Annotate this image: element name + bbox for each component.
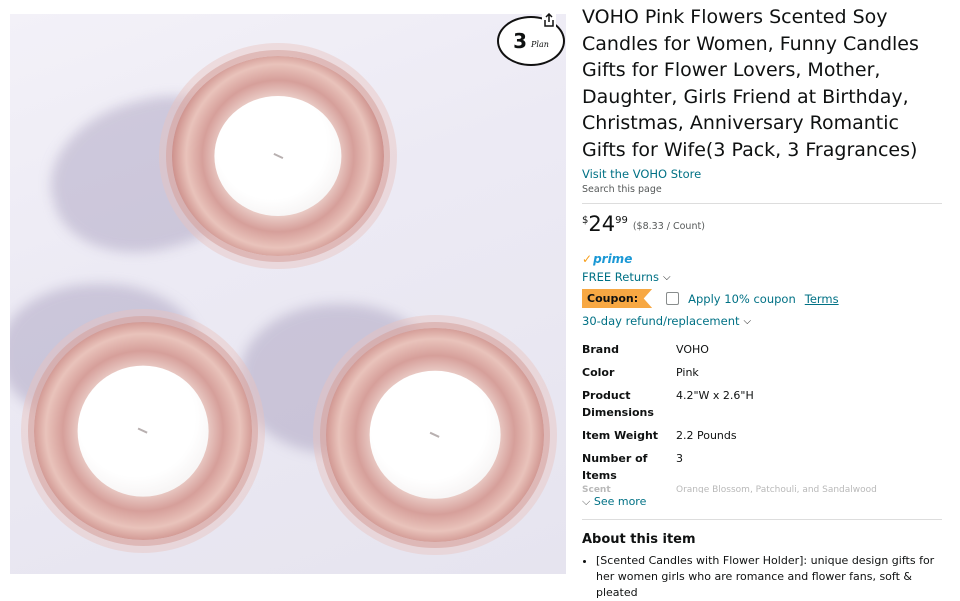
divider bbox=[582, 203, 942, 204]
candle-top bbox=[172, 56, 384, 256]
about-bullets: [Scented Candles with Flower Holder]: un… bbox=[582, 553, 942, 601]
spec-row: Product Dimensions 4.2"W x 2.6"H bbox=[582, 384, 754, 424]
candle-wax bbox=[77, 365, 209, 497]
spec-value: Pink bbox=[676, 366, 699, 379]
badge-label: Plan bbox=[531, 39, 549, 49]
spec-row: Number of Items 3 bbox=[582, 447, 754, 487]
price: $ 24 99 ($8.33 / Count) bbox=[582, 212, 942, 236]
spec-value: Orange Blossom, Patchouli, and Sandalwoo… bbox=[676, 485, 877, 493]
candle-wick bbox=[430, 431, 440, 439]
price-whole: 24 bbox=[588, 212, 616, 236]
spec-value: 3 bbox=[676, 452, 683, 465]
spec-key: Number of Items bbox=[582, 452, 648, 482]
free-returns-link[interactable]: FREE Returns ⌵ bbox=[582, 270, 942, 284]
refund-label: 30-day refund/replacement bbox=[582, 314, 740, 328]
price-fraction: 99 bbox=[615, 215, 628, 226]
prime-badge[interactable]: ✓ prime bbox=[582, 252, 942, 266]
about-heading: About this item bbox=[582, 532, 696, 547]
spec-key: Brand bbox=[582, 343, 619, 356]
product-image[interactable] bbox=[10, 14, 566, 574]
candle-wick bbox=[138, 427, 148, 435]
list-item: [Scented Candles with Flower Holder]: un… bbox=[596, 553, 942, 601]
spec-value: 4.2"W x 2.6"H bbox=[676, 389, 754, 402]
coupon-row: Coupon: Apply 10% coupon Terms bbox=[582, 289, 942, 308]
refund-link[interactable]: 30-day refund/replacement ⌵ bbox=[582, 314, 942, 328]
spec-value: 2.2 Pounds bbox=[676, 429, 737, 442]
coupon-tag: Coupon: bbox=[582, 289, 653, 308]
chevron-down-icon: ⌵ bbox=[582, 495, 591, 508]
prime-label: prime bbox=[593, 252, 633, 266]
candle-bottom-left bbox=[34, 322, 252, 540]
free-returns-label: FREE Returns bbox=[582, 270, 659, 284]
spec-key: Product Dimensions bbox=[582, 389, 654, 419]
prime-check-icon: ✓ bbox=[582, 252, 593, 266]
spec-row-faded: Scent Orange Blossom, Patchouli, and Sand… bbox=[582, 485, 942, 493]
spec-row: Color Pink bbox=[582, 361, 754, 384]
see-more-link[interactable]: ⌵ See more bbox=[582, 495, 942, 509]
product-info: VOHO Pink Flowers Scented Soy Candles fo… bbox=[582, 4, 942, 601]
apply-coupon-label[interactable]: Apply 10% coupon bbox=[688, 292, 796, 306]
spec-key: Scent bbox=[582, 485, 611, 493]
spec-key: Color bbox=[582, 366, 615, 379]
candle-wax bbox=[214, 96, 342, 216]
share-icon[interactable] bbox=[542, 13, 556, 27]
product-specs: Brand VOHO Color Pink Product Dimensions… bbox=[582, 338, 754, 487]
plan-badge[interactable]: 3 Plan bbox=[497, 13, 565, 66]
spec-row: Item Weight 2.2 Pounds bbox=[582, 424, 754, 447]
spec-row: Brand VOHO bbox=[582, 338, 754, 361]
chevron-down-icon: ⌵ bbox=[743, 315, 752, 327]
unit-price: ($8.33 / Count) bbox=[632, 221, 705, 232]
spec-value: VOHO bbox=[676, 343, 709, 356]
coupon-terms-link[interactable]: Terms bbox=[805, 292, 839, 306]
badge-number: 3 bbox=[513, 29, 528, 53]
see-more-label: See more bbox=[593, 495, 647, 508]
candle-wick bbox=[273, 152, 283, 160]
divider bbox=[582, 519, 942, 520]
store-link[interactable]: Visit the VOHO Store bbox=[582, 167, 942, 181]
chevron-down-icon: ⌵ bbox=[662, 271, 671, 283]
search-this-page-link[interactable]: Search this page bbox=[582, 184, 942, 195]
candle-wax bbox=[369, 370, 501, 500]
coupon-checkbox[interactable] bbox=[666, 292, 680, 305]
spec-key: Item Weight bbox=[582, 429, 659, 442]
candle-bottom-right bbox=[326, 328, 544, 542]
product-title: VOHO Pink Flowers Scented Soy Candles fo… bbox=[582, 6, 919, 161]
